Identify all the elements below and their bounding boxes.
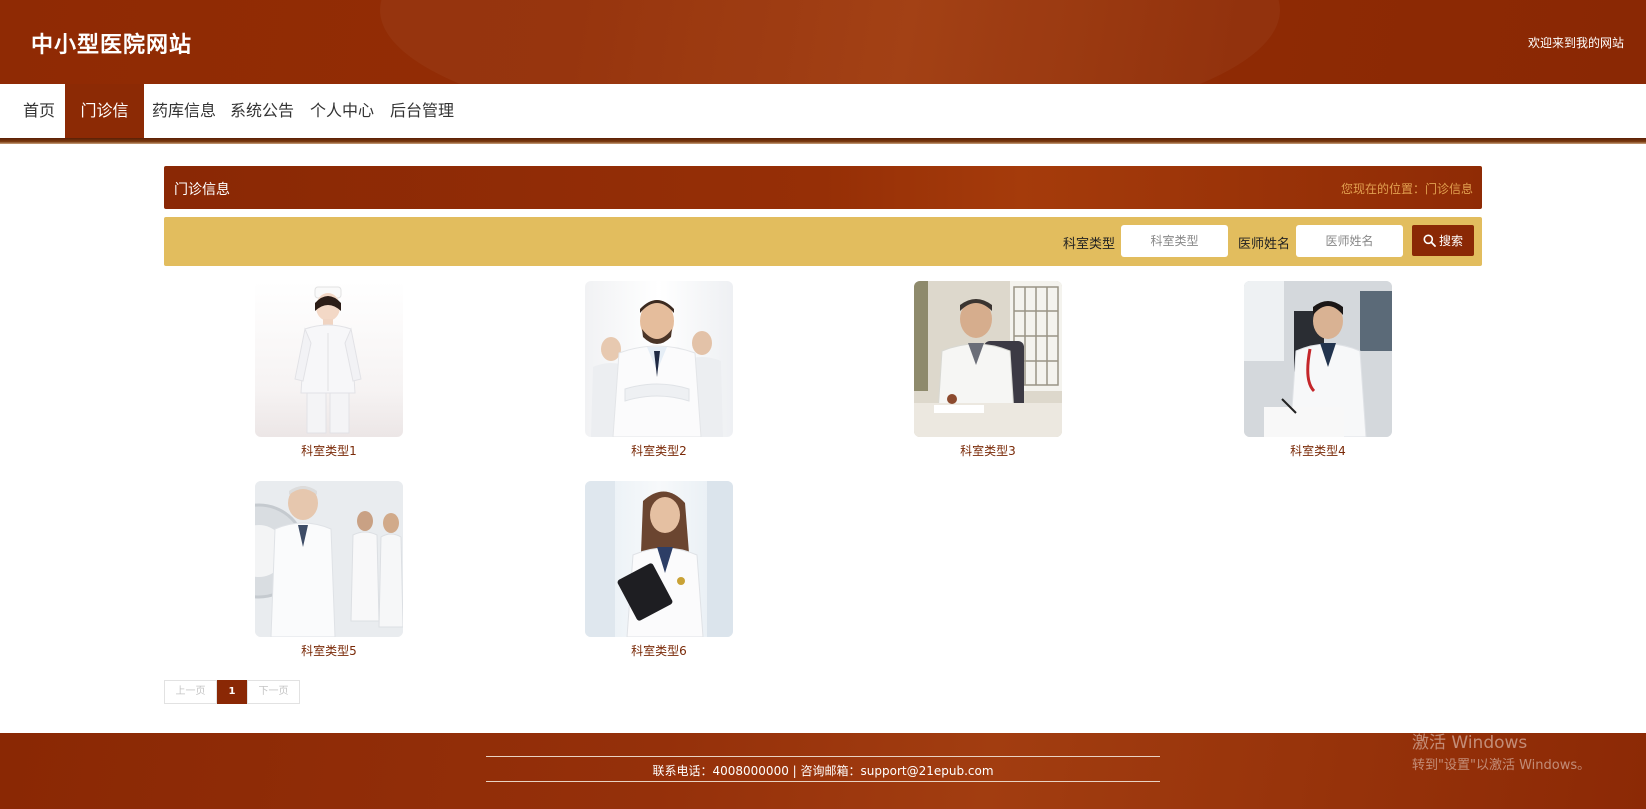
search-icon (1423, 234, 1436, 247)
windows-activation-watermark: 激活 Windows 转到"设置"以激活 Windows。 (1412, 728, 1590, 773)
watermark-line1: 激活 Windows (1412, 733, 1528, 753)
breadcrumb: 您现在的位置：门诊信息 (1340, 182, 1473, 196)
footer-divider-bottom (486, 781, 1160, 782)
nav-item-personal-center[interactable]: 个人中心 (302, 84, 382, 138)
watermark-line2: 转到"设置"以激活 Windows。 (1412, 758, 1591, 773)
site-header: 中小型医院网站 欢迎来到我的网站 (0, 0, 1646, 84)
clinic-card-label[interactable]: 科室类型2 (585, 442, 733, 459)
clinic-card[interactable]: 科室类型5 (255, 481, 403, 659)
clinic-card-label[interactable]: 科室类型6 (585, 642, 733, 659)
nav-item-home[interactable]: 首页 (15, 84, 63, 138)
footer-divider-top (486, 756, 1160, 757)
clinic-card-label[interactable]: 科室类型3 (914, 442, 1062, 459)
clinic-card-label[interactable]: 科室类型5 (255, 642, 403, 659)
page-title: 门诊信息 (174, 182, 230, 198)
clinic-card[interactable]: 科室类型2 (585, 281, 733, 459)
dept-type-label: 科室类型 (1063, 237, 1116, 252)
next-page-button[interactable]: 下一页 (247, 680, 300, 704)
clinic-card-label[interactable]: 科室类型4 (1244, 442, 1392, 459)
senior-doctor-desk-photo[interactable] (914, 281, 1062, 437)
doctor-name-input[interactable] (1296, 225, 1403, 257)
welcome-text: 欢迎来到我的网站 (1527, 36, 1624, 50)
footer-contact: 联系电话：4008000000 | 咨询邮箱：support@21epub.co… (652, 764, 994, 778)
dept-type-input[interactable] (1121, 225, 1228, 257)
clinic-card-label[interactable]: 科室类型1 (255, 442, 403, 459)
nav-item-announcements[interactable]: 系统公告 (222, 84, 302, 138)
search-button-label: 搜索 (1438, 234, 1463, 248)
current-page-button[interactable]: 1 (217, 680, 247, 704)
nav-item-pharmacy-info[interactable]: 药库信息 (144, 84, 224, 138)
nav-item-clinic-info[interactable]: 门诊信息 (65, 84, 144, 174)
doctors-group-photo[interactable] (585, 281, 733, 437)
search-bar: 科室类型 医师姓名 搜索 (164, 217, 1482, 266)
doctors-scanner-photo[interactable] (255, 481, 403, 637)
clinic-card[interactable]: 科室类型3 (914, 281, 1062, 459)
doctor-name-label: 医师姓名 (1238, 237, 1291, 252)
clinic-card[interactable]: 科室类型6 (585, 481, 733, 659)
search-button[interactable]: 搜索 (1412, 225, 1474, 256)
prev-page-button[interactable]: 上一页 (164, 680, 217, 704)
nav-divider (0, 138, 1646, 144)
clinic-card[interactable]: 科室类型4 (1244, 281, 1392, 459)
female-doctor-clipboard-photo[interactable] (585, 481, 733, 637)
clinic-card[interactable]: 科室类型1 (255, 281, 403, 459)
main-nav: 首页 门诊信息 药库信息 系统公告 个人中心 后台管理 (0, 84, 1646, 174)
nav-item-admin[interactable]: 后台管理 (382, 84, 462, 138)
page-header-bar: 门诊信息 您现在的位置：门诊信息 (164, 166, 1482, 209)
clinic-grid: 科室类型1 科室类型2 科室类型3 科室类型4 科室类型5 科室类型6 (164, 281, 1482, 661)
nurse-photo[interactable] (255, 281, 403, 437)
doctor-writing-photo[interactable] (1244, 281, 1392, 437)
site-footer: 联系电话：4008000000 | 咨询邮箱：support@21epub.co… (0, 733, 1646, 809)
site-title[interactable]: 中小型医院网站 (31, 27, 192, 59)
